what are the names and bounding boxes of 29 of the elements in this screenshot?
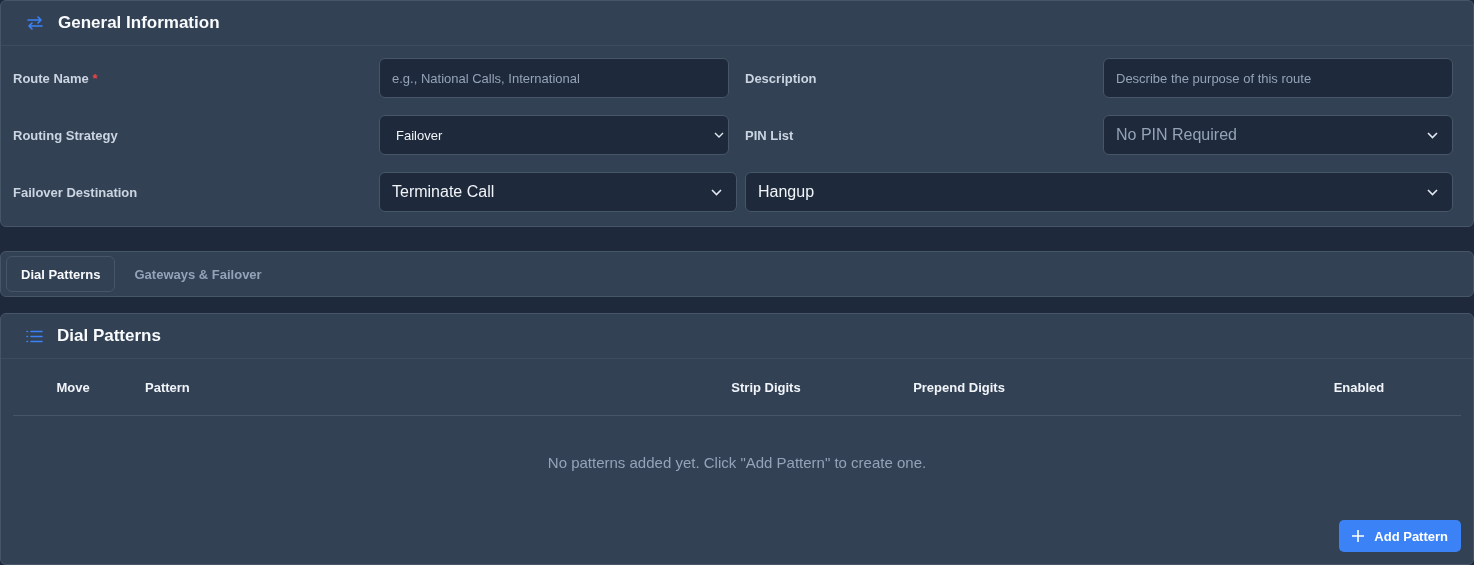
column-header: Prepend Digits	[912, 379, 1006, 395]
chevron-down-icon	[1427, 131, 1438, 139]
failover-target-dropdown[interactable]: Hangup	[745, 172, 1453, 212]
list-icon	[26, 329, 43, 343]
column-header: Pattern	[144, 379, 191, 395]
swap-arrows-icon	[26, 15, 44, 31]
empty-state-message: No patterns added yet. Click "Add Pattern" to create one.	[547, 453, 927, 471]
field-label: Routing Strategy	[13, 127, 119, 143]
failover-type-dropdown[interactable]: Terminate Call	[379, 172, 737, 212]
section-title: Dial Patterns	[57, 326, 161, 346]
routing-strategy-dropdown[interactable]: Failover	[379, 115, 729, 155]
chevron-down-icon	[714, 132, 724, 138]
column-header: Enabled	[1332, 379, 1386, 395]
column-header: Strip Digits	[730, 379, 802, 395]
plus-icon	[1352, 530, 1365, 542]
field-label: Failover Destination	[13, 184, 139, 200]
description-field[interactable]: Describe the purpose of this route	[1103, 58, 1453, 98]
field-label: Description	[744, 70, 818, 86]
column-header: Move	[55, 379, 91, 395]
field-label: Route Name *	[13, 70, 99, 86]
tab[interactable]: Gateways & Failover	[119, 256, 277, 292]
route-name-field[interactable]: e.g., National Calls, International	[379, 58, 729, 98]
chevron-down-icon	[711, 188, 722, 196]
add-pattern-button[interactable]: Add Pattern	[1339, 520, 1461, 552]
chevron-down-icon	[1427, 188, 1438, 196]
pin-list-dropdown[interactable]: No PIN Required	[1103, 115, 1453, 155]
section-title: General Information	[58, 13, 220, 33]
field-label: PIN List	[744, 127, 795, 143]
tab[interactable]: Dial Patterns	[6, 256, 116, 292]
